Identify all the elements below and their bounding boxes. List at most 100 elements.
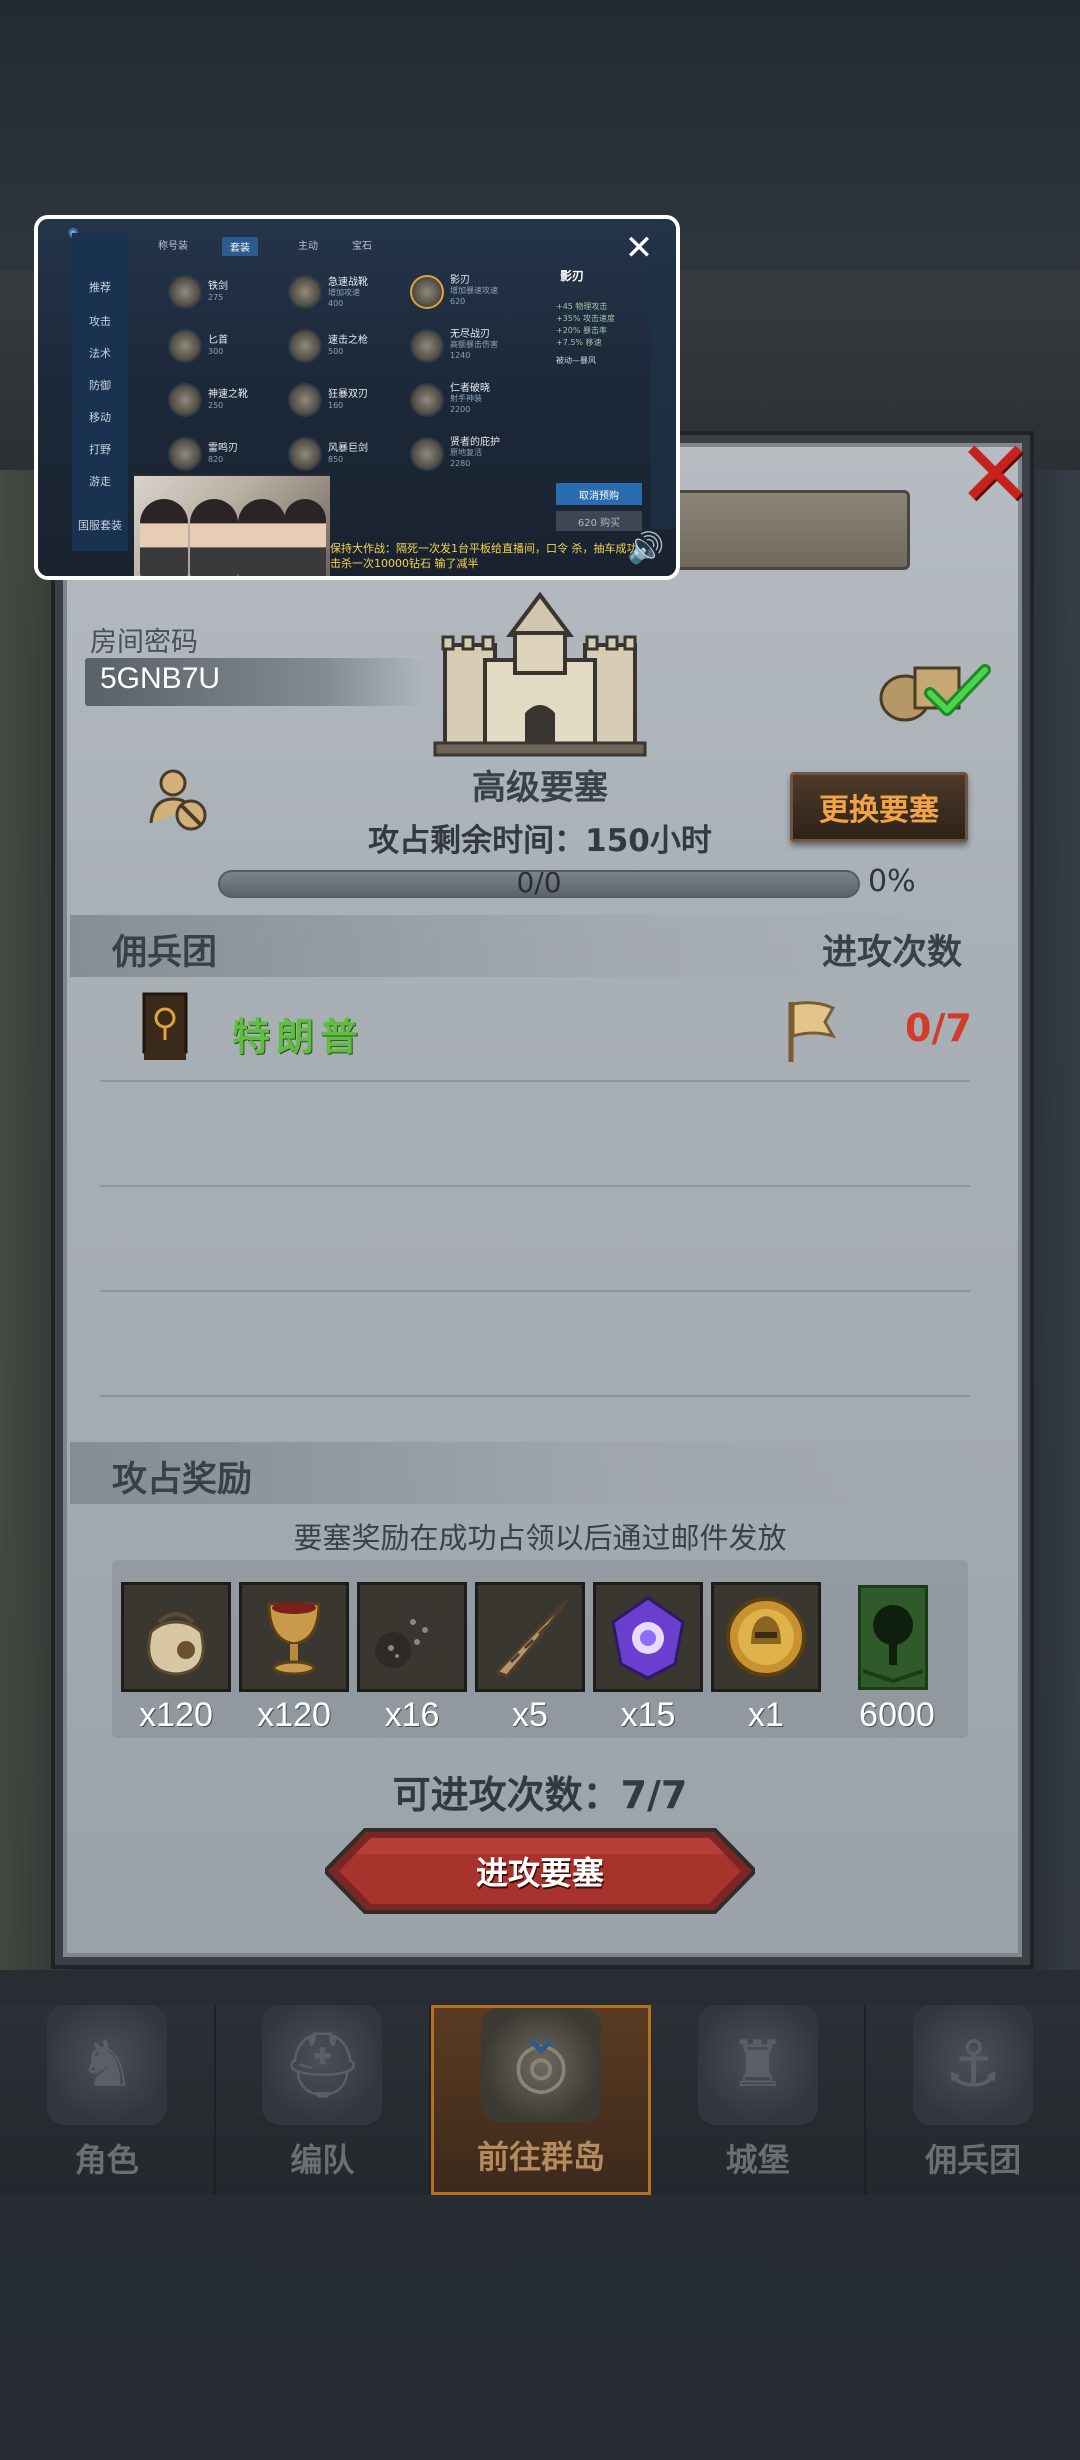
row-divider [100,1080,970,1082]
goblet-icon[interactable] [239,1582,349,1692]
streamer-person [284,499,326,576]
video-tab: 套装 [222,237,258,256]
item-name: 铁剑 [208,281,228,292]
available-attacks: 可进攻次数：7/7 [392,1773,688,1817]
video-shop-sidebar: 推荐 攻击 法术 防御 移动 打野 游走 国服套装 [72,233,128,551]
attack-count-title: 进攻次数 [822,933,963,973]
nav-item-islands[interactable]: ⌄ ◎ 前往群岛 [431,1998,651,2195]
item-icon [288,383,322,417]
cancel-preorder-button[interactable]: 取消预购 [556,483,642,505]
streamer-person [140,499,188,576]
streamer-person [238,499,286,576]
nav-label: 编队 [290,2141,355,2179]
flag-icon [788,1001,837,1062]
detail-stat: +45 物理攻击 [556,302,608,311]
crystal-icon[interactable] [593,1582,703,1692]
item-price: 850 [328,455,344,464]
item-desc: 增加攻速 [328,288,360,297]
video-side-item: 推荐 [89,281,111,294]
item-name: 仁者破晓 [450,383,490,394]
item-desc: 增加暴速攻速 [450,286,498,295]
room-code-value: 5GNB7U [100,662,221,695]
floating-video-window[interactable]: ◉ 140 推荐 攻击 法术 防御 移动 打野 游走 国服套装 称号装 套装 主… [34,215,680,580]
pouch-icon[interactable] [121,1582,231,1692]
item-icon [168,383,202,417]
video-right-strip [650,239,676,529]
video-side-item: 攻击 [89,315,111,328]
video-side-item: 打野 [89,443,111,456]
row-divider [100,1395,970,1397]
bottom-nav: ♞ 角色 ⛑ 编队 ⌄ ◎ 前往群岛 ♜ 城堡 ⚓ 佣兵团 [0,1998,1080,2195]
item-price: 275 [208,293,224,302]
item-price: 300 [208,347,224,356]
item-name: 神速之靴 [208,389,248,400]
item-name: 匕首 [208,335,228,346]
video-tabs: 称号装 套装 主动 宝石 [138,237,598,259]
item-price: 2200 [450,405,471,414]
nav-item-castle[interactable]: ♜ 城堡 [651,2005,867,2195]
item-name: 贤者的庇护 [450,437,500,448]
video-side-item: 游走 [89,475,111,488]
buy-button[interactable]: 620 购买 [556,511,642,531]
item-icon [410,329,444,363]
nav-item-character[interactable]: ♞ 角色 [0,2005,216,2195]
speaker-icon[interactable]: 🔊 [624,531,668,571]
item-icon [288,275,322,309]
nav-item-mercenary[interactable]: ⚓ 佣兵团 [866,2005,1080,2195]
reward-quantity: 6000 [859,1696,935,1734]
item-name: 风暴巨剑 [328,443,368,454]
webcam-feed [134,474,330,576]
progress-text: 0/0 [516,866,562,899]
item-desc: 原地复活 [450,448,482,457]
nav-label: 角色 [74,2141,139,2179]
detail-stat: +20% 暴击率 [556,326,608,335]
reward-title: 攻占奖励 [112,1460,253,1500]
mercenary-title: 佣兵团 [112,933,218,973]
progress-percent: 0% [868,864,916,899]
horn-icon[interactable] [475,1582,585,1692]
video-side-item: 国服套装 [78,519,122,532]
video-side-item: 法术 [89,347,111,360]
reward-quantity: x1 [748,1696,784,1734]
detail-item-name: 影刃 [560,269,585,283]
item-icon [168,329,202,363]
item-name: 狂暴双刃 [328,389,368,400]
castle-nav-icon: ♜ [697,2005,818,2125]
item-icon [410,437,444,471]
knight-icon: ♞ [46,2005,167,2125]
item-desc: 射手神装 [450,394,482,403]
video-tab: 宝石 [352,241,372,252]
item-icon [410,383,444,417]
video-side-item: 移动 [89,411,111,424]
item-icon [168,275,202,309]
reward-check-icon [879,664,991,722]
nav-label: 前往群岛 [476,2138,605,2176]
item-price: 160 [328,401,344,410]
tree-banner-icon[interactable] [858,1585,928,1690]
detail-passive: 被动—暴风 [556,356,596,365]
close-button[interactable]: ✕ [955,429,1035,521]
item-price: 2280 [450,459,471,468]
detail-stat: +35% 攻击速度 [556,314,616,323]
item-price: 500 [328,347,344,356]
attack-button-label: 进攻要塞 [475,1854,604,1892]
helmet-icon: ⛑ [262,2005,383,2125]
attack-count-value: 0/7 [905,1006,972,1050]
chevron-down-icon: ⌄ [515,1998,567,2068]
row-divider [100,1185,970,1187]
nav-label: 佣兵团 [925,2141,1022,2179]
helmet-medal-icon[interactable] [711,1582,821,1692]
item-icon [288,437,322,471]
mercenary-name[interactable]: 特朗普 [232,1006,364,1061]
truffle-icon[interactable] [357,1582,467,1692]
room-code-label: 房间密码 [90,627,198,658]
item-price: 1240 [450,351,471,360]
item-price: 250 [208,401,224,410]
video-tab: 称号装 [158,241,188,252]
item-name: 急速战靴 [328,277,368,288]
close-icon[interactable]: ✕ [622,231,656,265]
item-price: 820 [208,455,224,464]
ship-icon: ⚓ [913,2005,1034,2125]
nav-item-formation[interactable]: ⛑ 编队 [216,2005,432,2195]
mercenary-banner-icon [142,992,188,1060]
